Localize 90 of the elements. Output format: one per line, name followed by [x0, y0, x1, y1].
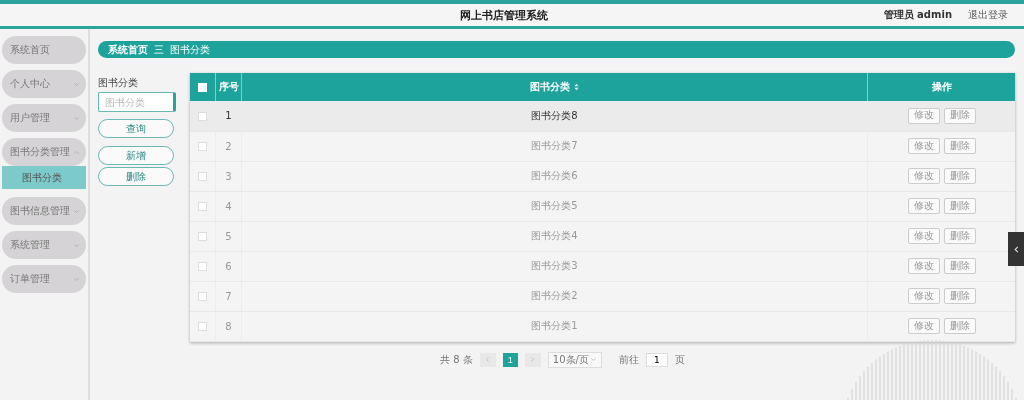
table-cell: 3: [225, 170, 232, 182]
table-row[interactable]: 6 图书分类3 修改 删除: [190, 251, 1015, 281]
page-input[interactable]: 1: [645, 352, 668, 367]
table-row[interactable]: 3 图书分类6 修改 删除: [190, 161, 1015, 191]
table-cell: 1: [225, 110, 232, 122]
checkbox[interactable]: [198, 322, 207, 331]
table-row[interactable]: 1 图书分类8 修改 删除: [190, 101, 1015, 131]
table-row[interactable]: 2 图书分类7 修改 删除: [190, 131, 1015, 161]
delete-button[interactable]: 删除: [943, 318, 976, 334]
column-header: 操作: [867, 73, 1015, 101]
delete-button[interactable]: 删除: [943, 198, 976, 214]
breadcrumb-separator: 三: [154, 42, 164, 57]
edit-button[interactable]: 修改: [907, 288, 940, 304]
edit-button[interactable]: 修改: [907, 138, 940, 154]
chevron-left-icon: [484, 356, 492, 363]
delete-button[interactable]: 删除: [943, 288, 976, 304]
nav-label: 图书分类管理: [10, 145, 70, 159]
page-suffix: 页: [674, 352, 685, 367]
table-cell: 7: [225, 290, 232, 302]
checkbox[interactable]: [198, 292, 207, 301]
chevron-right-icon: [529, 356, 537, 363]
table-row[interactable]: 7 图书分类2 修改 删除: [190, 281, 1015, 311]
delete-button[interactable]: 删除: [943, 258, 976, 274]
table-row[interactable]: 5 图书分类4 修改 删除: [190, 221, 1015, 251]
edit-button[interactable]: 修改: [907, 107, 940, 124]
nav-label: 图书信息管理: [10, 204, 70, 218]
nav-item[interactable]: 个人中心: [2, 70, 86, 98]
page-size-select[interactable]: 10条/页: [547, 351, 602, 368]
collapse-tab[interactable]: [1008, 232, 1024, 266]
nav-label: 系统首页: [10, 43, 50, 57]
table-cell: 图书分类6: [531, 170, 578, 181]
nav-item[interactable]: 图书分类管理: [2, 138, 86, 166]
column-header[interactable]: 图书分类: [241, 73, 868, 101]
page-button[interactable]: 1: [502, 352, 518, 367]
checkbox[interactable]: [198, 172, 207, 181]
nav-item[interactable]: 用户管理: [2, 104, 86, 132]
delete-button[interactable]: 删除: [943, 168, 976, 184]
table-cell: 图书分类4: [531, 230, 578, 241]
table-cell: 4: [225, 200, 232, 212]
breadcrumb-link[interactable]: 系统首页: [108, 42, 148, 57]
checkbox[interactable]: [198, 262, 207, 271]
table-cell: 5: [225, 230, 232, 242]
table-cell: 图书分类3: [531, 260, 578, 271]
table-cell: 图书分类8: [531, 109, 578, 121]
edit-button[interactable]: 修改: [907, 198, 940, 214]
checkbox[interactable]: [198, 142, 207, 151]
edit-button[interactable]: 修改: [907, 168, 940, 184]
nav-item[interactable]: 系统管理: [2, 231, 86, 259]
table-row[interactable]: 8 图书分类1 修改 删除: [190, 311, 1015, 341]
chevron-left-icon: [1011, 244, 1021, 254]
checkbox[interactable]: [198, 202, 207, 211]
chevron-down-icon: [589, 356, 597, 363]
edit-button[interactable]: 修改: [907, 228, 940, 244]
table-cell: 2: [225, 140, 232, 152]
table-cell: 6: [225, 260, 232, 272]
nav-label: 个人中心: [10, 77, 50, 91]
field-label: 图书分类: [98, 76, 139, 90]
edit-button[interactable]: 修改: [907, 318, 940, 334]
breadcrumb-link[interactable]: 图书分类: [170, 42, 210, 57]
search-button[interactable]: 查询: [98, 119, 174, 138]
total-count: 共 8 条: [440, 352, 473, 367]
nav-item[interactable]: 系统首页: [2, 36, 86, 64]
table-cell: 图书分类1: [531, 320, 578, 331]
column-header: 序号: [215, 73, 242, 101]
sort-icon[interactable]: [574, 83, 579, 91]
table-cell: 8: [225, 320, 232, 332]
nav-label: 订单管理: [10, 272, 50, 286]
table-row[interactable]: 4 图书分类5 修改 删除: [190, 191, 1015, 221]
goto-label: 前往: [618, 352, 639, 367]
delete-button[interactable]: 删除: [943, 228, 976, 244]
table-cell: 图书分类7: [531, 140, 578, 151]
delete-button[interactable]: 删除: [98, 167, 174, 186]
nav-item[interactable]: 订单管理: [2, 265, 86, 293]
add-button[interactable]: 新增: [98, 146, 174, 165]
nav-item[interactable]: 图书信息管理: [2, 197, 86, 225]
nav-subitem[interactable]: 图书分类: [2, 166, 86, 189]
delete-button[interactable]: 删除: [943, 107, 976, 124]
checkbox[interactable]: [198, 232, 207, 241]
checkbox[interactable]: [198, 111, 207, 121]
app-title: 网上书店管理系统: [460, 7, 548, 23]
table-cell: 图书分类5: [531, 200, 578, 211]
prev-page-button[interactable]: [479, 352, 496, 367]
delete-button[interactable]: 删除: [943, 138, 976, 154]
table-cell: 图书分类2: [531, 290, 578, 301]
user-name: 管理员 admin: [883, 8, 952, 22]
nav-label: 系统管理: [10, 238, 50, 252]
nav-label: 用户管理: [10, 111, 50, 125]
logout-link[interactable]: 退出登录: [968, 8, 1008, 22]
edit-button[interactable]: 修改: [907, 258, 940, 274]
next-page-button[interactable]: [524, 352, 541, 367]
